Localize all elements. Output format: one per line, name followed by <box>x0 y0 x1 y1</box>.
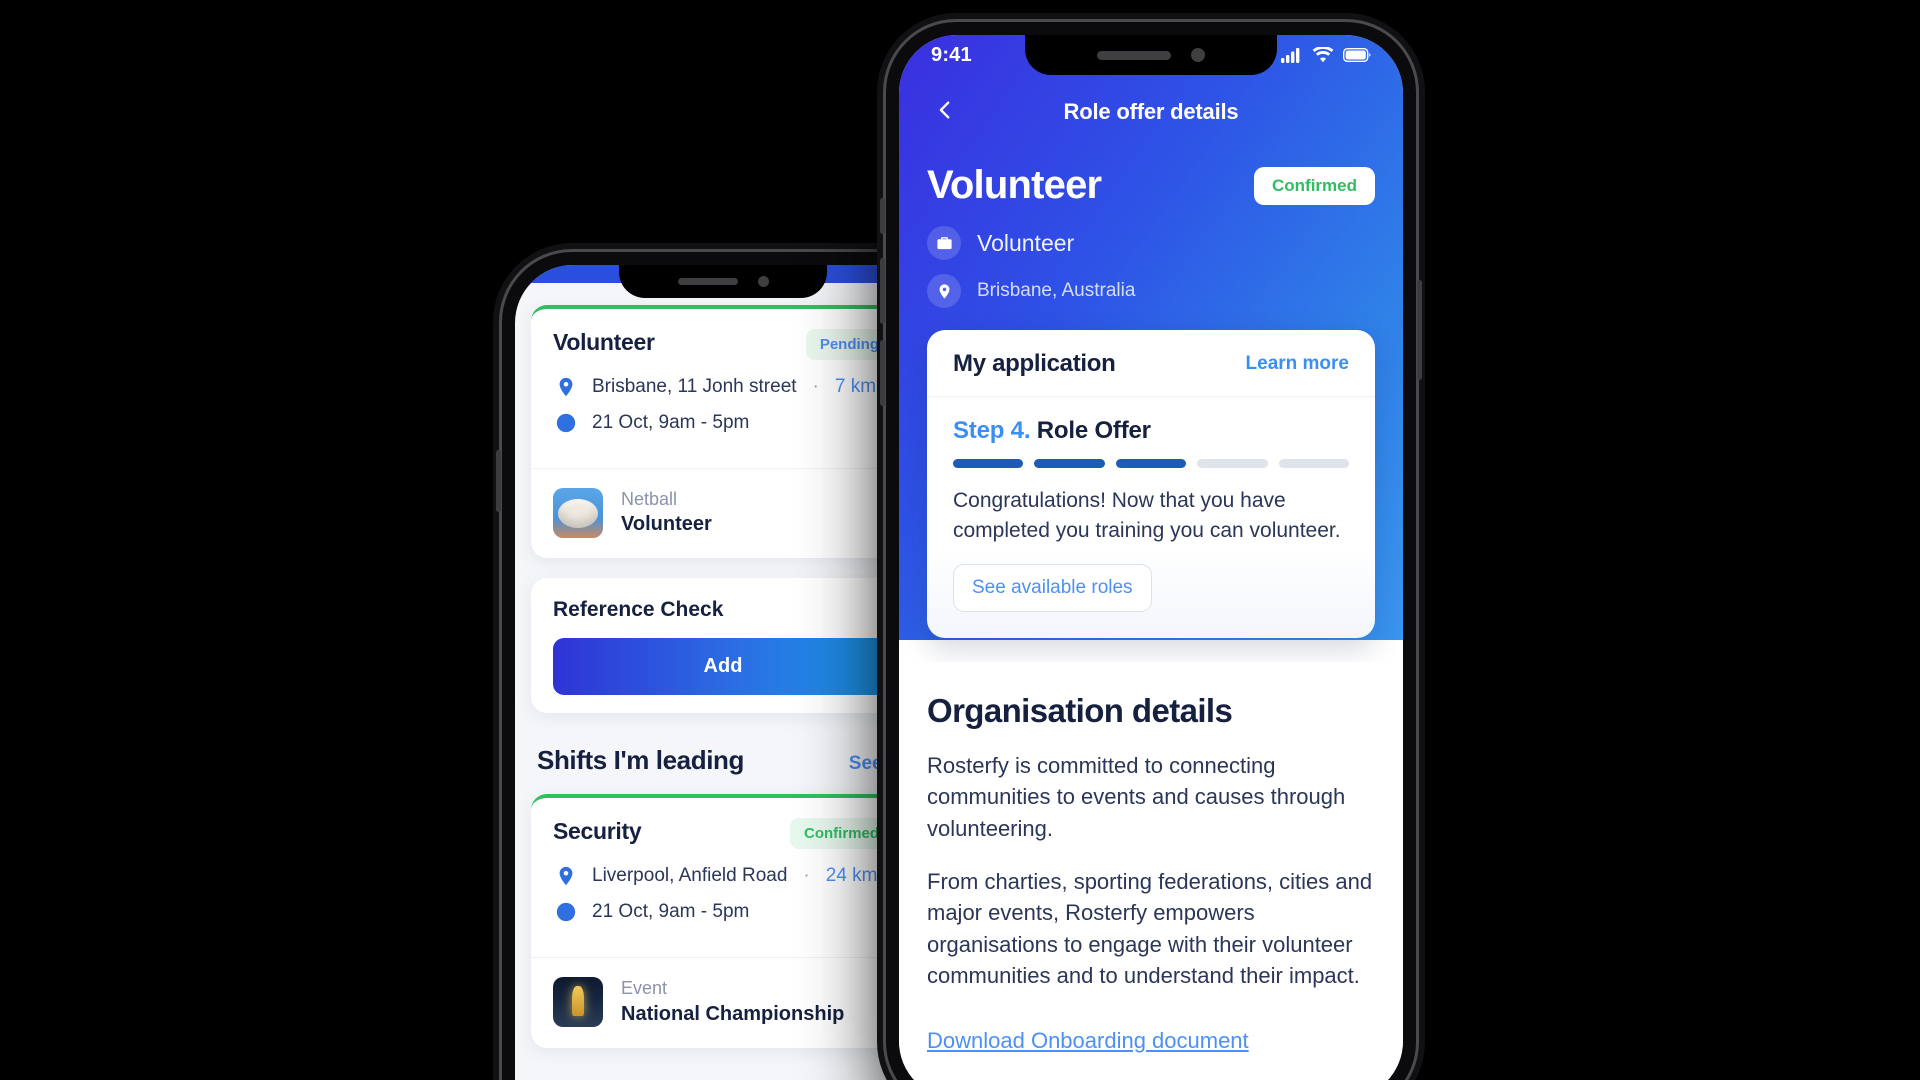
application-step-line: Step 4. Role Offer <box>953 417 1349 445</box>
shift-card-main: Volunteer Pending Brisbane, 11 Jonh stre… <box>531 309 915 464</box>
front-phone-device: 9:41 Role offer details Volunteer Confir… <box>880 22 1422 1080</box>
front-camera <box>757 276 769 287</box>
front-phone-volume-down-button <box>880 340 885 406</box>
cellular-signal-icon <box>1281 47 1303 63</box>
security-time-text: 21 Oct, 9am - 5pm <box>592 901 750 923</box>
shifts-leading-title: Shifts I'm leading <box>537 745 745 776</box>
progress-segment <box>953 459 1024 468</box>
shift-card-title: Volunteer <box>553 329 655 355</box>
role-offer-hero: 9:41 Role offer details Volunteer Confir… <box>899 35 1403 640</box>
organisation-details-heading: Organisation details <box>927 691 1233 729</box>
hero-location-text: Brisbane, Australia <box>977 280 1136 301</box>
page-title: Role offer details <box>1063 99 1239 124</box>
security-distance: 24 km <box>825 865 878 887</box>
shift-org-label: Netball <box>621 489 678 509</box>
back-phone-volume-button <box>496 450 501 512</box>
see-available-roles-button[interactable]: See available roles <box>953 563 1152 612</box>
download-onboarding-document-link[interactable]: Download Onboarding document <box>927 1028 1249 1054</box>
my-application-body: Step 4. Role Offer Congratulations! Now … <box>927 397 1375 638</box>
security-time-row: 21 Oct, 9am - 5pm <box>553 899 893 925</box>
meta-separator: · <box>803 865 810 887</box>
status-bar-time: 9:41 <box>931 43 972 66</box>
security-org-label: Event <box>621 978 668 999</box>
hero-role-row: Volunteer <box>927 226 1375 260</box>
shift-org-name: Volunteer <box>621 513 712 536</box>
application-progress-bar <box>953 459 1350 468</box>
battery-icon <box>1343 48 1371 62</box>
clock-icon <box>553 410 579 436</box>
my-application-title: My application <box>953 350 1116 377</box>
back-phone-notch <box>619 265 827 298</box>
security-location-text: Liverpool, Anfield Road <box>592 865 788 887</box>
front-phone-power-button <box>1417 280 1422 380</box>
security-card-main: Security Confirmed Liverpool, Anfield Ro… <box>531 798 915 953</box>
hero-body: Volunteer Confirmed Volunteer Brisbane, … <box>899 149 1403 308</box>
status-bar: 9:41 <box>899 35 1403 75</box>
security-card-header: Security Confirmed <box>553 818 893 850</box>
back-phone-screen: Volunteer Pending Brisbane, 11 Jonh stre… <box>515 265 931 1080</box>
security-org-name: National Championship <box>621 1002 845 1025</box>
front-phone-mute-switch <box>880 198 885 234</box>
navigation-bar: Role offer details <box>899 75 1403 149</box>
shift-org-text: Netball Volunteer <box>621 487 712 538</box>
application-step-name: Role Offer <box>1036 417 1151 444</box>
shift-card-header: Volunteer Pending <box>553 329 893 360</box>
wifi-icon <box>1312 47 1334 63</box>
map-pin-icon <box>927 274 961 308</box>
trophy-thumbnail-image <box>553 976 603 1027</box>
shift-location-row: Brisbane, 11 Jonh street · 7 km <box>553 374 893 400</box>
reference-check-title: Reference Check <box>553 598 724 622</box>
organisation-paragraph-2: From charties, sporting federations, cit… <box>927 868 1373 989</box>
shift-location-text: Brisbane, 11 Jonh street <box>592 376 797 397</box>
security-card-title: Security <box>553 818 642 845</box>
back-phone-content: Volunteer Pending Brisbane, 11 Jonh stre… <box>515 283 931 1048</box>
back-button[interactable] <box>925 92 965 132</box>
organisation-paragraph-1: Rosterfy is committed to connecting comm… <box>927 752 1346 841</box>
hero-location-row: Brisbane, Australia <box>927 274 1375 308</box>
application-message: Congratulations! Now that you have compl… <box>953 489 1341 542</box>
shift-card-security[interactable]: Security Confirmed Liverpool, Anfield Ro… <box>531 794 915 1048</box>
briefcase-icon <box>927 226 961 260</box>
application-step-number: Step 4. <box>953 417 1031 444</box>
role-title: Volunteer <box>927 163 1102 207</box>
security-org-row: Event National Championship <box>531 958 915 1047</box>
add-reference-button[interactable]: Add <box>553 638 893 696</box>
reference-check-body: Reference Check Add <box>531 578 915 713</box>
shifts-leading-section-header: Shifts I'm leading See all <box>515 733 931 794</box>
hero-header-row: Volunteer Confirmed <box>927 163 1375 208</box>
map-pin-icon <box>553 863 579 889</box>
meta-separator: · <box>812 376 819 397</box>
shift-distance: 7 km <box>834 376 877 397</box>
organisation-details-sheet: Organisation details Rosterfy is committ… <box>899 661 1403 1080</box>
shift-card-volunteer[interactable]: Volunteer Pending Brisbane, 11 Jonh stre… <box>531 305 915 559</box>
mockup-stage: Volunteer Pending Brisbane, 11 Jonh stre… <box>0 0 1920 1080</box>
map-pin-icon <box>553 374 579 400</box>
status-badge: Confirmed <box>790 818 893 850</box>
progress-segment <box>1034 459 1105 468</box>
learn-more-link[interactable]: Learn more <box>1246 353 1349 375</box>
hero-role-text: Volunteer <box>977 229 1075 256</box>
progress-segment <box>1115 459 1187 468</box>
my-application-header: My application Learn more <box>927 330 1375 397</box>
progress-segment <box>1278 459 1350 468</box>
security-org-text: Event National Championship <box>621 976 844 1027</box>
netball-thumbnail-image <box>553 487 603 538</box>
status-badge: Confirmed <box>1254 166 1375 205</box>
chevron-left-icon <box>934 99 956 126</box>
front-phone-screen: 9:41 Role offer details Volunteer Confir… <box>899 35 1403 1080</box>
progress-segment <box>1197 459 1268 468</box>
security-location-row: Liverpool, Anfield Road · 24 km <box>553 863 893 889</box>
clock-icon <box>553 899 579 925</box>
shift-time-row: 21 Oct, 9am - 5pm <box>553 410 893 436</box>
shift-org-row: Netball Volunteer <box>531 469 915 558</box>
back-phone-device: Volunteer Pending Brisbane, 11 Jonh stre… <box>496 252 950 1080</box>
shift-time-text: 21 Oct, 9am - 5pm <box>592 412 750 433</box>
my-application-card: My application Learn more Step 4. Role O… <box>927 330 1375 638</box>
status-bar-icons <box>1281 47 1371 63</box>
front-phone-volume-up-button <box>880 258 885 324</box>
speaker-grille <box>677 278 738 285</box>
reference-check-card: Reference Check Add <box>531 578 915 714</box>
